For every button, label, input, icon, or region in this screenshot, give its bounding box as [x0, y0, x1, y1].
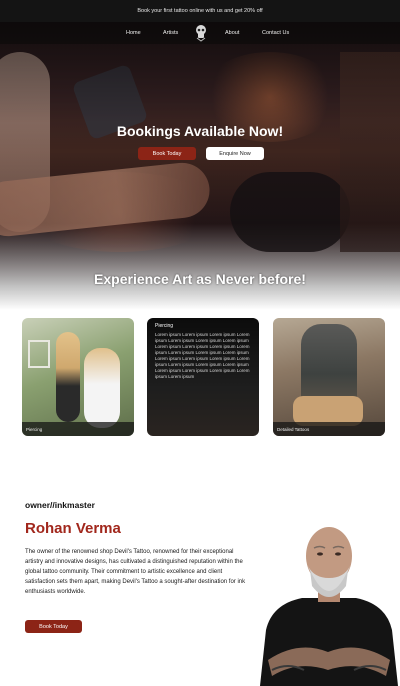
- skull-logo-icon[interactable]: [194, 24, 208, 42]
- owner-book-today-button[interactable]: Book Today: [25, 620, 82, 633]
- nav-item-home[interactable]: Home: [126, 30, 141, 36]
- owner-portrait: [260, 527, 398, 686]
- promo-text: Book your first tattoo online with us an…: [137, 8, 263, 14]
- promo-bar: Book your first tattoo online with us an…: [0, 0, 400, 22]
- hero-title: Bookings Available Now!: [116, 123, 284, 139]
- hero-section: [0, 22, 400, 310]
- card-title: Piercing: [155, 323, 174, 329]
- card-image-frame: [28, 340, 50, 368]
- detailed-tattoos-card[interactable]: Detailed Tattoos: [273, 318, 385, 436]
- owner-bio: The owner of the renowned shop Devil's T…: [25, 549, 246, 595]
- card-body: Lorem ipsum Lorem ipsum Lorem ipsum Lore…: [155, 332, 250, 379]
- card-image-artist: [84, 348, 120, 428]
- nav-item-artists[interactable]: Artists: [163, 30, 178, 36]
- piercing-card[interactable]: Piercing: [22, 318, 134, 436]
- hero-overlay: [0, 22, 400, 310]
- card-label: Detailed Tattoos: [273, 422, 385, 436]
- owner-tag: owner//inkmaster: [25, 500, 95, 510]
- piercing-info-card[interactable]: Piercing Lorem ipsum Lorem ipsum Lorem i…: [147, 318, 259, 436]
- nav-item-about[interactable]: About: [225, 30, 239, 36]
- book-today-button[interactable]: Book Today: [138, 147, 196, 160]
- card-label: Piercing: [22, 422, 134, 436]
- card-image-client: [56, 332, 80, 422]
- enquire-now-button[interactable]: Enquire Now: [206, 147, 264, 160]
- owner-name: Rohan Verma: [25, 520, 121, 537]
- nav-item-contact[interactable]: Contact Us: [262, 30, 289, 36]
- top-nav: Home Artists About Contact Us: [0, 22, 400, 44]
- experience-title: Experience Art as Never before!: [94, 271, 306, 287]
